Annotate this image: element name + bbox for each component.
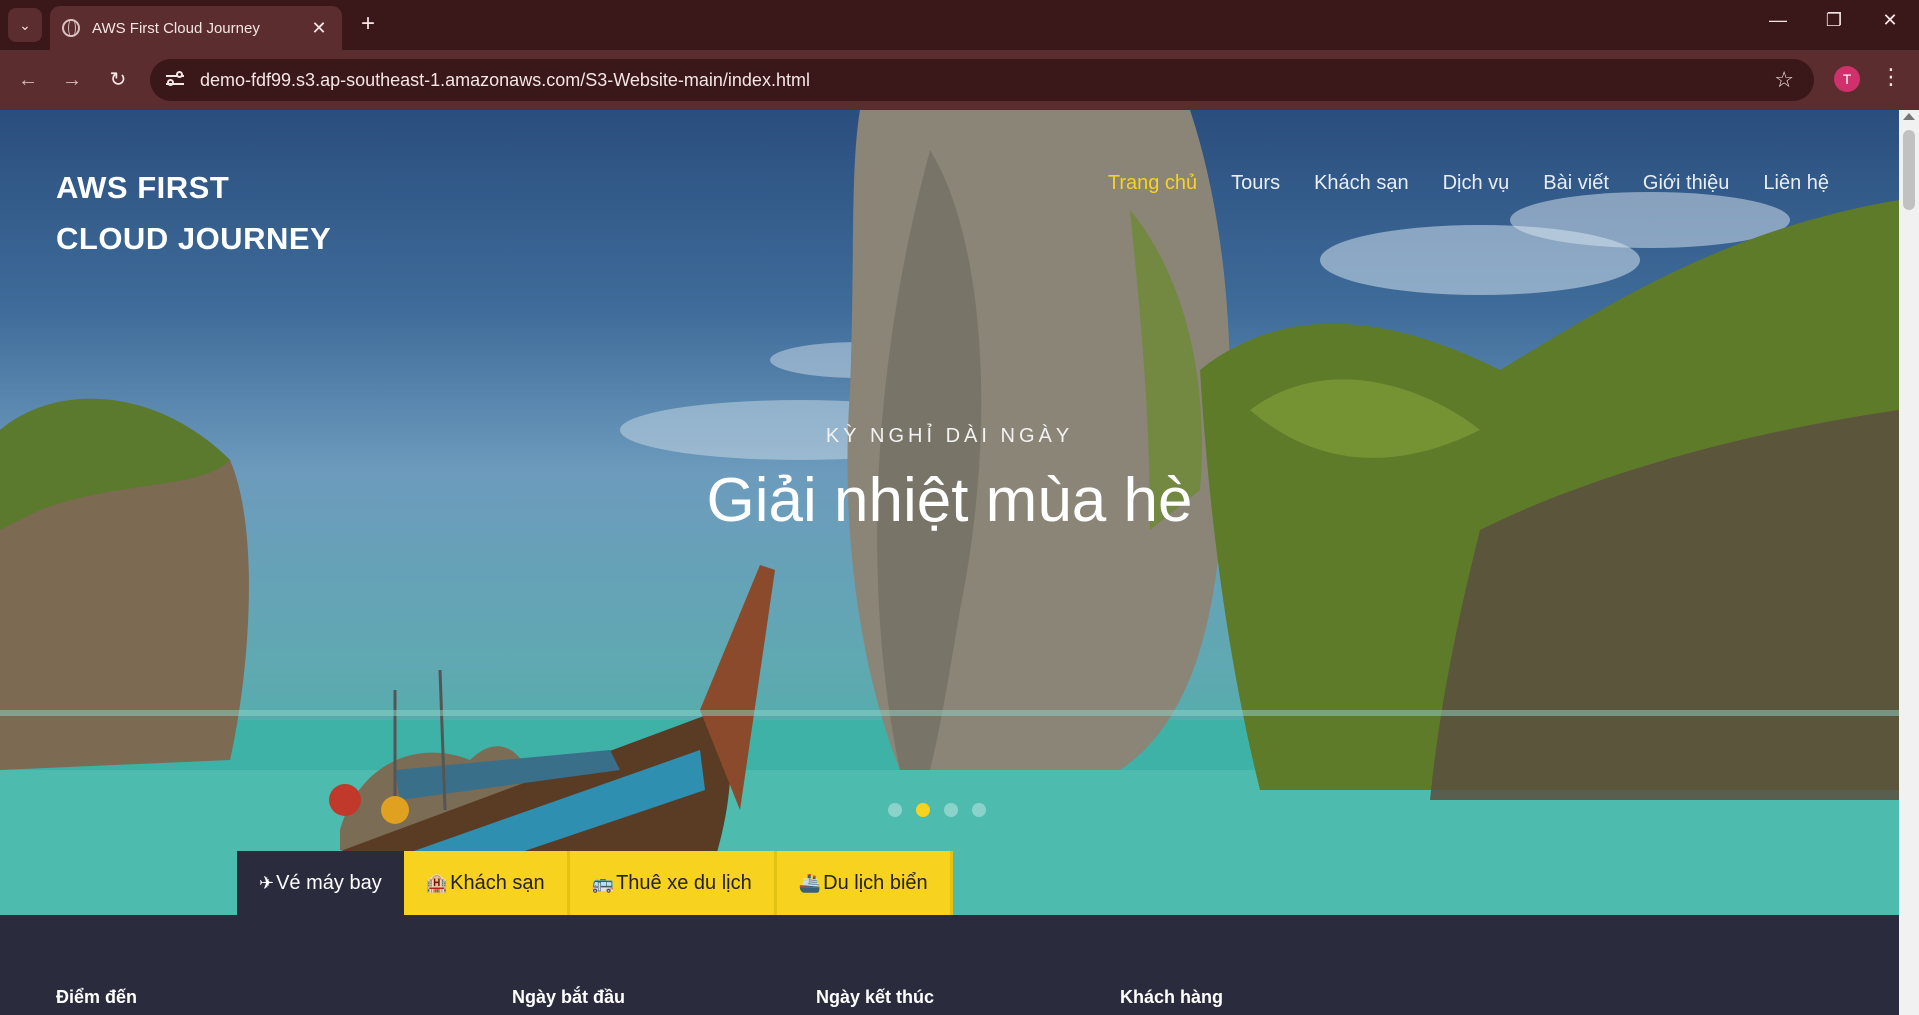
search-category-tabs: ✈ Vé máy bay 🏨 Khách sạn 🚌 Thuê xe du lị… — [237, 851, 953, 915]
reload-icon[interactable]: ↻ — [104, 66, 132, 94]
carousel-dot-1[interactable] — [888, 803, 902, 817]
carousel-dot-3[interactable] — [944, 803, 958, 817]
nav-item-bai-viet[interactable]: Bài viết — [1543, 172, 1609, 195]
booking-form: Điểm đến Ngày bắt đầu Ngày kết thúc Khác… — [0, 915, 1899, 1015]
nav-item-tours[interactable]: Tours — [1231, 172, 1280, 195]
browser-tab-strip: ⌄ AWS First Cloud Journey ✕ + — ❐ ✕ — [0, 0, 1919, 50]
tab-du-lich-bien[interactable]: 🚢 Du lịch biển — [776, 851, 953, 915]
logo-line-2: CLOUD JOURNEY — [56, 221, 332, 256]
carousel-dot-4[interactable] — [972, 803, 986, 817]
site-settings-icon[interactable] — [164, 69, 186, 91]
browser-tab-active[interactable]: AWS First Cloud Journey ✕ — [50, 6, 342, 50]
close-tab-icon[interactable]: ✕ — [308, 18, 330, 39]
site-logo[interactable]: AWS FIRST CLOUD JOURNEY — [56, 162, 331, 264]
bookmark-star-icon[interactable]: ☆ — [1774, 67, 1794, 93]
hero-headline: Giải nhiệt mùa hè — [706, 466, 1193, 535]
scroll-up-arrow-icon[interactable] — [1903, 113, 1915, 120]
bus-icon: 🚌 — [591, 872, 615, 893]
new-tab-plus-icon[interactable]: + — [354, 11, 382, 39]
nav-item-lien-he[interactable]: Liên hệ — [1763, 172, 1829, 195]
carousel-dots — [888, 803, 986, 817]
tab-label: Du lịch biển — [823, 871, 928, 894]
nav-item-trang-chu[interactable]: Trang chủ — [1108, 172, 1197, 195]
address-bar[interactable]: demo-fdf99.s3.ap-southeast-1.amazonaws.c… — [150, 59, 1814, 101]
tab-khach-san[interactable]: 🏨 Khách sạn — [403, 851, 570, 915]
minimize-icon[interactable]: — — [1758, 10, 1798, 31]
hotel-icon: 🏨 — [425, 872, 449, 893]
destination-label: Điểm đến — [56, 987, 138, 1007]
nav-item-gioi-thieu[interactable]: Giới thiệu — [1643, 172, 1729, 195]
page-scrollbar[interactable] — [1899, 110, 1919, 1015]
nav-item-khach-san[interactable]: Khách sạn — [1314, 172, 1409, 195]
forward-arrow-icon[interactable]: → — [58, 66, 86, 94]
nav-item-dich-vu[interactable]: Dịch vụ — [1443, 172, 1510, 195]
browser-menu-icon[interactable]: ⋮ — [1880, 64, 1902, 90]
ship-icon: 🚢 — [798, 872, 822, 893]
end-date-label: Ngày kết thúc — [816, 987, 935, 1007]
logo-line-1: AWS FIRST — [56, 170, 230, 205]
close-window-icon[interactable]: ✕ — [1870, 10, 1910, 31]
hero-kicker: KỲ NGHỈ DÀI NGÀY — [825, 425, 1074, 447]
browser-tab-title: AWS First Cloud Journey — [92, 19, 260, 37]
browser-toolbar: ← → ↻ demo-fdf99.s3.ap-southeast-1.amazo… — [0, 50, 1919, 110]
page-viewport: AWS FIRST CLOUD JOURNEY Trang chủ Tours … — [0, 110, 1899, 1015]
globe-icon — [62, 19, 80, 37]
profile-avatar[interactable]: T — [1834, 66, 1860, 92]
scrollbar-thumb[interactable] — [1903, 130, 1915, 210]
guests-label: Khách hàng — [1120, 987, 1224, 1007]
tab-label: Vé máy bay — [276, 871, 382, 894]
tab-label: Thuê xe du lịch — [616, 871, 752, 894]
tab-label: Khách sạn — [450, 871, 545, 894]
back-arrow-icon[interactable]: ← — [14, 66, 42, 94]
tab-thue-xe-du-lich[interactable]: 🚌 Thuê xe du lịch — [569, 851, 777, 915]
hero-banner: AWS FIRST CLOUD JOURNEY Trang chủ Tours … — [0, 110, 1899, 915]
address-url: demo-fdf99.s3.ap-southeast-1.amazonaws.c… — [200, 69, 810, 90]
carousel-dot-2[interactable] — [916, 803, 930, 817]
start-date-label: Ngày bắt đầu — [512, 987, 626, 1007]
main-navigation: Trang chủ Tours Khách sạn Dịch vụ Bài vi… — [1108, 172, 1829, 195]
airplane-icon: ✈ — [259, 872, 275, 893]
restore-icon[interactable]: ❐ — [1814, 10, 1854, 31]
tab-search-chevron-icon[interactable]: ⌄ — [8, 8, 42, 42]
tab-ve-may-bay[interactable]: ✈ Vé máy bay — [237, 851, 404, 915]
